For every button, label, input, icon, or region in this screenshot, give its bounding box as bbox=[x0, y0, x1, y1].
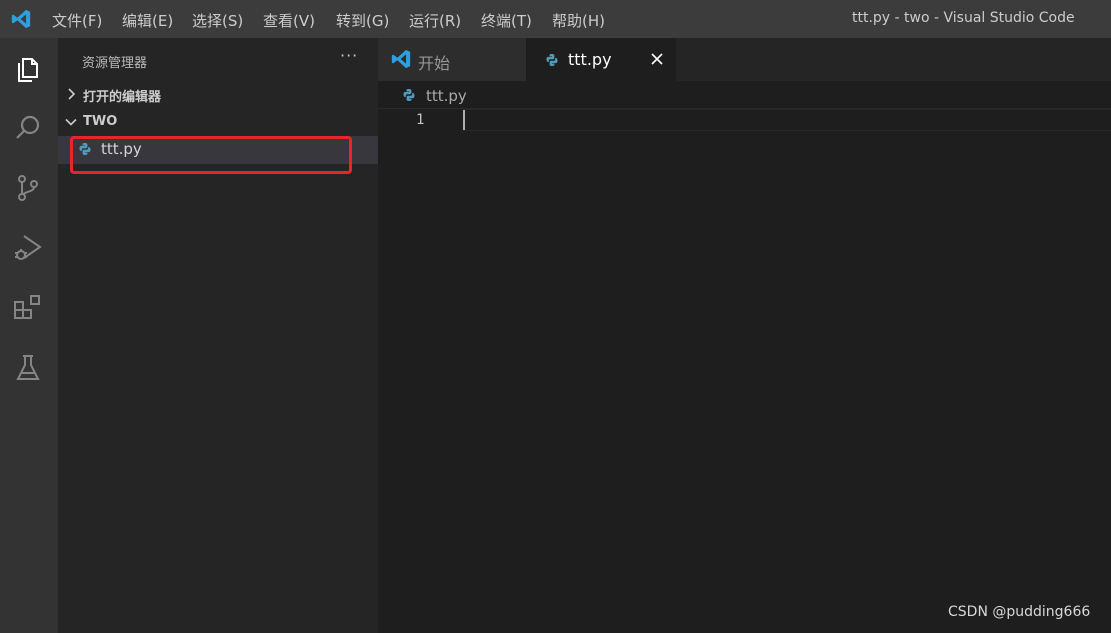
chevron-down-icon bbox=[65, 118, 77, 126]
menu-go[interactable]: 转到(G) bbox=[336, 10, 389, 31]
explorer-icon[interactable] bbox=[12, 52, 44, 84]
title-bar: 文件(F) 编辑(E) 选择(S) 查看(V) 转到(G) 运行(R) 终端(T… bbox=[0, 0, 1111, 38]
folder-section-two[interactable]: TWO bbox=[58, 112, 378, 134]
tab-welcome[interactable]: 开始 bbox=[378, 38, 526, 81]
menu-help[interactable]: 帮助(H) bbox=[552, 10, 605, 31]
close-icon[interactable] bbox=[650, 52, 664, 66]
breadcrumb-file[interactable]: ttt.py bbox=[426, 87, 467, 105]
python-file-icon bbox=[403, 89, 415, 101]
menu-view[interactable]: 查看(V) bbox=[263, 10, 315, 31]
text-cursor bbox=[463, 110, 465, 130]
vscode-logo-icon bbox=[391, 49, 411, 69]
code-editor[interactable]: 1 bbox=[378, 109, 1111, 633]
open-editors-label: 打开的编辑器 bbox=[83, 90, 162, 105]
menu-terminal[interactable]: 终端(T) bbox=[481, 10, 532, 31]
more-actions-button[interactable]: ··· bbox=[340, 46, 358, 65]
window-title: ttt.py - two - Visual Studio Code bbox=[852, 10, 1075, 26]
explorer-sidebar: 资源管理器 ··· 打开的编辑器 TWO ttt.py bbox=[58, 38, 378, 633]
menu-selection[interactable]: 选择(S) bbox=[192, 10, 243, 31]
vscode-logo-icon bbox=[11, 9, 31, 29]
activity-bar bbox=[0, 38, 58, 633]
search-icon[interactable] bbox=[12, 112, 44, 144]
tab-ttt-py[interactable]: ttt.py bbox=[526, 38, 676, 81]
menu-run[interactable]: 运行(R) bbox=[409, 10, 461, 31]
extensions-icon[interactable] bbox=[12, 292, 44, 324]
current-line-highlight bbox=[462, 109, 1111, 131]
tab-welcome-label: 开始 bbox=[418, 54, 451, 73]
tab-ttt-py-label: ttt.py bbox=[568, 50, 612, 69]
python-file-icon bbox=[546, 54, 558, 66]
folder-label: TWO bbox=[83, 114, 118, 129]
run-debug-icon[interactable] bbox=[12, 232, 44, 264]
line-number: 1 bbox=[416, 112, 425, 128]
menu-file[interactable]: 文件(F) bbox=[52, 10, 102, 31]
testing-icon[interactable] bbox=[12, 352, 44, 384]
menu-edit[interactable]: 编辑(E) bbox=[122, 10, 173, 31]
open-editors-section[interactable]: 打开的编辑器 bbox=[58, 84, 378, 106]
red-highlight-box bbox=[70, 136, 352, 174]
source-control-icon[interactable] bbox=[12, 172, 44, 204]
sidebar-title: 资源管理器 bbox=[82, 56, 148, 71]
breadcrumb: ttt.py bbox=[378, 81, 1111, 109]
watermark-text: CSDN @pudding666 bbox=[948, 604, 1091, 620]
chevron-right-icon bbox=[68, 88, 76, 100]
editor-tab-bar: 开始 ttt.py bbox=[378, 38, 1111, 81]
